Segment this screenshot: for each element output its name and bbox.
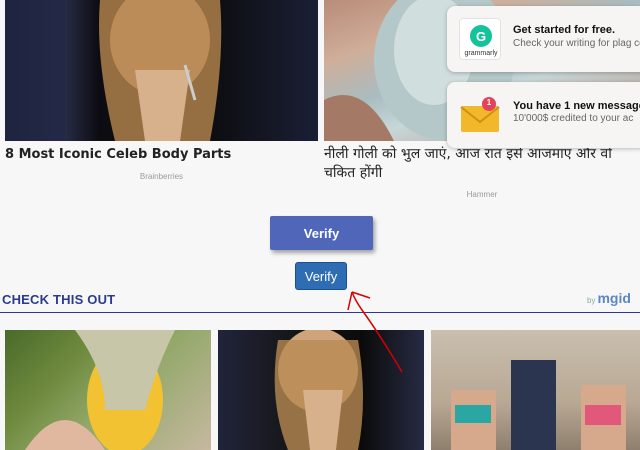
mgid-logo[interactable]: by mgid xyxy=(587,290,631,306)
recommended-image-1-art xyxy=(25,330,175,450)
ad-title-1[interactable]: 8 Most Iconic Celeb Body Parts xyxy=(5,145,318,164)
page: 8 Most Iconic Celeb Body Parts Brainberr… xyxy=(0,0,640,450)
grammarly-icon: G grammarly xyxy=(459,18,501,60)
ad-source-1: Brainberries xyxy=(139,172,184,181)
notification-badge: 1 xyxy=(486,98,492,107)
verify-button-primary[interactable]: Verify xyxy=(270,216,373,250)
svg-text:G: G xyxy=(476,29,486,44)
brand-name: mgid xyxy=(597,290,631,306)
recommended-image-3[interactable] xyxy=(431,330,640,450)
notification-body: Check your writing for plag correct gram… xyxy=(513,38,640,49)
recommended-image-2-art xyxy=(274,330,363,450)
section-title: CHECK THIS OUT xyxy=(2,292,116,307)
mail-icon: 1 xyxy=(459,94,501,136)
notification-title: You have 1 new message xyxy=(513,100,640,112)
ad-source-2: Hammer xyxy=(466,190,498,199)
notification-message[interactable]: 1 You have 1 new message 10'000$ credite… xyxy=(447,82,640,148)
recommended-image-1[interactable] xyxy=(5,330,211,450)
grammarly-label: grammarly xyxy=(464,50,498,57)
verify-button-secondary[interactable]: Verify xyxy=(295,262,347,290)
brand-by: by xyxy=(587,296,596,305)
ad-title-2[interactable]: नीली गोली को भुल जाएं, आज रात इसे आजमाएं… xyxy=(324,145,634,183)
recommended-image-3-art xyxy=(451,360,626,450)
ad-image-1[interactable] xyxy=(5,0,318,141)
ad-image-1-art xyxy=(5,0,222,141)
notification-body: 10'000$ credited to your ac xyxy=(513,113,634,124)
notification-grammarly[interactable]: G grammarly Get started for free. Check … xyxy=(447,6,640,72)
notification-title: Get started for free. xyxy=(513,24,616,36)
section-divider xyxy=(0,312,640,313)
recommended-image-2[interactable] xyxy=(218,330,424,450)
